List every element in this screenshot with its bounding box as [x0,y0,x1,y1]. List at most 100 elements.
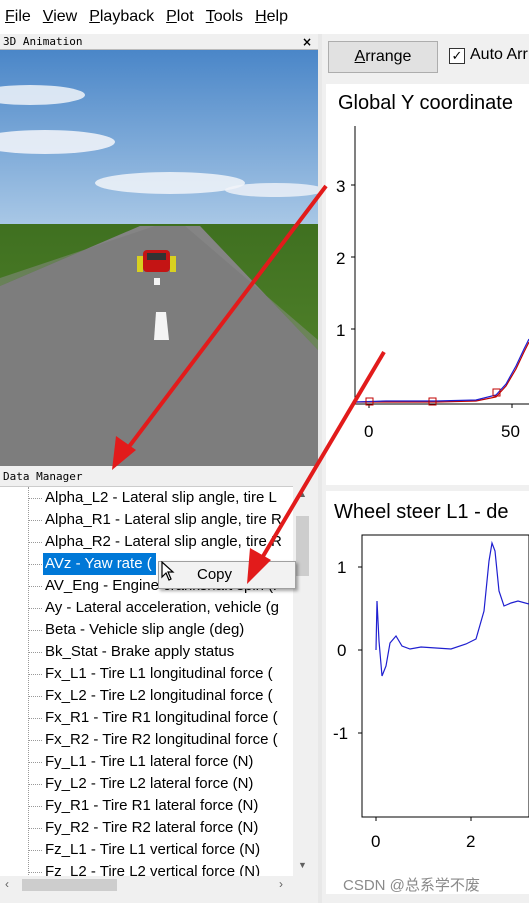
auto-arrange-label: Auto Arr [470,46,528,63]
tree-item[interactable]: Alpha_R2 - Lateral slip angle, tire R [43,531,286,553]
menu-file-label: ile [14,8,31,25]
context-menu: Copy [158,561,296,589]
scroll-left-icon[interactable]: ‹ [5,877,9,891]
animation-panel-title: 3D Animation × [0,34,318,50]
x-tick-label: 0 [364,422,373,441]
tree-connector [28,850,42,851]
plot-wheel-steer[interactable]: Wheel steer L1 - de 1 0 -1 0 2 [326,491,529,894]
tree-item[interactable]: Fy_L2 - Tire L2 lateral force (N) [43,773,257,795]
menu-playback-label: layback [99,8,155,25]
plot-canvas: 3 2 1 0 50 [336,126,529,441]
scroll-right-icon[interactable]: › [279,877,283,891]
tree-connector [28,608,42,609]
scroll-up-icon[interactable]: ▲ [298,489,307,499]
data-manager-tree[interactable]: Alpha_L2 - Lateral slip angle, tire L Alp… [0,486,312,876]
menu-plot-label: lot [176,8,194,25]
menu-tools-label: ools [213,8,244,25]
y-tick-label: -1 [333,724,348,743]
animation-panel-title-text: 3D Animation [3,35,83,48]
tree-item[interactable]: Fz_L1 - Tire L1 vertical force (N) [43,839,264,861]
auto-arrange-checkbox[interactable]: ✓ [449,48,465,64]
menu-view-mnemonic: V [42,8,54,25]
tree-item[interactable]: Fy_L1 - Tire L1 lateral force (N) [43,751,257,773]
menu-tools[interactable]: Tools [201,0,243,34]
close-icon[interactable]: × [302,34,312,50]
tree-connector [28,630,42,631]
plot-frame [361,534,529,818]
tree-item[interactable]: Fx_R2 - Tire R2 longitudinal force ( [43,729,282,751]
tree-connector [28,828,42,829]
tree-guide-line [28,487,29,876]
panel-splitter[interactable] [318,34,322,903]
animation-scene [0,50,318,466]
tree-item[interactable]: Alpha_L2 - Lateral slip angle, tire L [43,487,281,509]
plot-canvas: 1 0 -1 0 2 [333,534,529,851]
tree-connector [28,784,42,785]
menu-help-label: elp [266,8,288,25]
mouse-pointer-icon [161,561,175,581]
x-tick-label: 2 [466,832,475,851]
scroll-thumb[interactable] [22,879,117,891]
tree-item[interactable]: Fx_L2 - Tire L2 longitudinal force ( [43,685,277,707]
lane-marking [154,278,160,285]
tree-connector [28,674,42,675]
x-tick-label: 0 [371,832,380,851]
menu-file[interactable]: File [0,0,31,34]
tree-item[interactable]: Ay - Lateral acceleration, vehicle (g [43,597,283,619]
cloud [95,172,245,194]
tree-item[interactable]: Fy_R1 - Tire R1 lateral force (N) [43,795,262,817]
tree-item[interactable]: Bk_Stat - Brake apply status [43,641,238,663]
animation-viewport[interactable] [0,50,318,466]
arrange-button[interactable]: Arrange [328,41,438,73]
tree-item[interactable]: Beta - Vehicle slip angle (deg) [43,619,248,641]
tree-connector [28,652,42,653]
y-tick-label: 1 [336,321,345,340]
menu-playback-mnemonic: P [89,8,100,25]
context-menu-copy[interactable]: Copy [197,565,232,585]
tree-connector [28,586,42,587]
menu-plot-mnemonic: P [166,8,177,25]
menu-view[interactable]: View [38,0,77,34]
tree-item[interactable]: Fx_L1 - Tire L1 longitudinal force ( [43,663,277,685]
menu-bar: File View Playback Plot Tools Help [0,0,529,34]
vertical-scrollbar[interactable]: ▲ ▼ [293,486,312,876]
tree-item[interactable]: AVz - Yaw rate ( [43,553,156,575]
tree-connector [28,564,42,565]
tree-item[interactable]: Fx_R1 - Tire R1 longitudinal force ( [43,707,282,729]
arrange-mnemonic: A [354,48,366,65]
tree-connector [28,542,42,543]
tree-connector [28,740,42,741]
menu-help[interactable]: Help [250,0,288,34]
series-line-red [355,341,529,403]
tree-connector [28,520,42,521]
tree-connector [28,872,42,873]
tree-connector [28,806,42,807]
menu-view-label: iew [53,8,78,25]
y-tick-label: 0 [337,641,346,660]
scroll-down-icon[interactable]: ▼ [298,860,307,870]
y-tick-label: 2 [336,249,345,268]
menu-help-mnemonic: H [255,8,267,25]
menu-playback[interactable]: Playback [84,0,154,34]
tree-connector [28,696,42,697]
series-line-blue [375,540,529,677]
scroll-thumb[interactable] [296,516,309,576]
y-tick-label: 3 [336,177,345,196]
menu-file-mnemonic: F [5,8,15,25]
horizontal-scrollbar[interactable]: ‹ › [0,876,293,894]
plot-global-y[interactable]: Global Y coordinate 3 2 1 0 50 [326,84,529,485]
watermark: CSDN @总系学不废 [343,877,480,894]
x-tick-label: 50 [501,422,520,441]
plot-toolbar: Arrange ✓ Auto Arr [322,34,529,82]
data-manager-title: Data Manager [0,468,318,485]
tree-item[interactable]: Fz_L2 - Tire L2 vertical force (N) [43,861,264,876]
arrange-label: rrange [365,48,412,65]
tree-item[interactable]: Fy_R2 - Tire R2 lateral force (N) [43,817,262,839]
series-line-blue [354,338,529,403]
tree-item[interactable]: Alpha_R1 - Lateral slip angle, tire R [43,509,286,531]
menu-plot[interactable]: Plot [161,0,194,34]
menu-tools-mnemonic: T [205,8,214,25]
tree-connector [28,498,42,499]
y-tick-label: 1 [337,558,346,577]
tree-connector [28,718,42,719]
